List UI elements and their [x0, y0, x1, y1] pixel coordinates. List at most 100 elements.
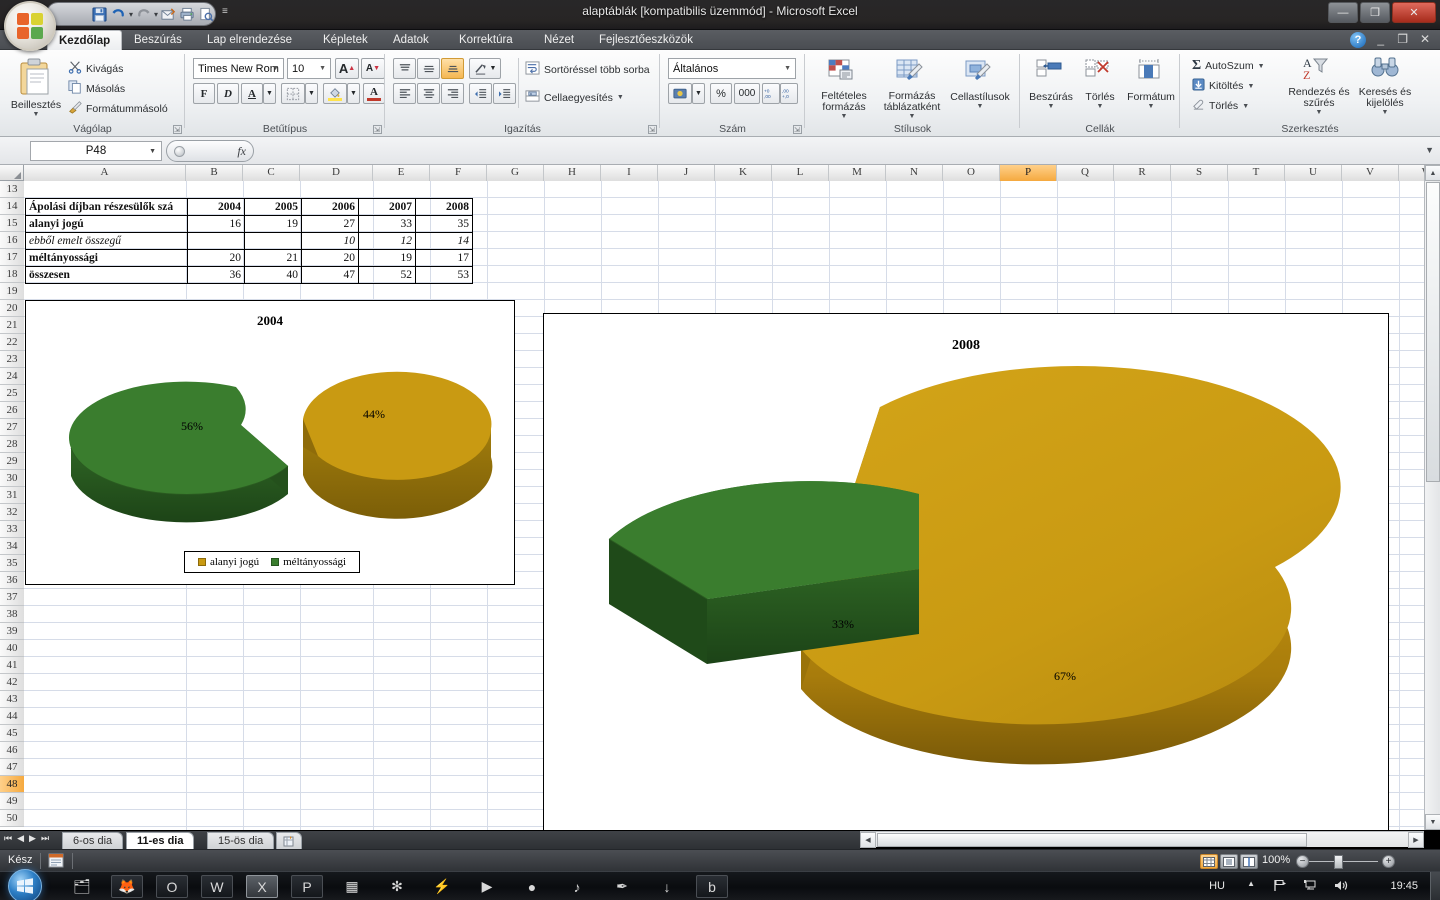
font-color-button[interactable]: A — [363, 83, 385, 104]
table-cell-1-0[interactable] — [187, 232, 245, 250]
bold-b-icon[interactable]: b — [696, 875, 728, 898]
close-button[interactable]: ✕ — [1392, 2, 1436, 23]
format-cells-button[interactable]: Formátum ▼ — [1124, 58, 1178, 110]
column-header-i[interactable]: I — [601, 165, 658, 181]
align-right-button[interactable] — [441, 83, 464, 104]
table-cell-2-0[interactable]: 20 — [187, 249, 245, 267]
email-icon[interactable] — [160, 5, 177, 23]
calculator-icon[interactable]: ▦ — [336, 875, 368, 898]
table-header-year-2008[interactable]: 2008 — [415, 198, 473, 216]
sort-filter-button[interactable]: AZ Rendezés és szűrés ▼ — [1288, 56, 1350, 116]
show-desktop-button[interactable] — [1430, 872, 1440, 900]
row-header-31[interactable]: 31 — [0, 487, 24, 504]
insert-function-button[interactable]: fx — [166, 140, 254, 162]
table-cell-0-2[interactable]: 27 — [301, 215, 359, 233]
format-dropdown-icon[interactable]: ▼ — [1148, 103, 1155, 110]
next-sheet-button[interactable]: ▶ — [29, 833, 36, 844]
fill-color-button[interactable] — [323, 83, 347, 104]
row-header-42[interactable]: 42 — [0, 674, 24, 691]
tab-kepletek[interactable]: Képletek — [312, 30, 379, 50]
paste-button[interactable]: Beillesztés ▼ — [8, 58, 64, 118]
align-center-button[interactable] — [417, 83, 440, 104]
clear-button[interactable]: Törlés ▼ — [1192, 98, 1249, 114]
normal-view-button[interactable] — [1200, 854, 1218, 869]
column-header-u[interactable]: U — [1285, 165, 1342, 181]
table-row-label-1[interactable]: ebből emelt összegű — [25, 232, 188, 250]
orientation-button[interactable]: ▼ — [469, 58, 501, 79]
underline-dropdown-icon[interactable]: ▼ — [263, 83, 276, 104]
table-header-year-2007[interactable]: 2007 — [358, 198, 416, 216]
italic-button[interactable]: D — [217, 83, 239, 104]
network-icon[interactable] — [1303, 879, 1318, 895]
column-header-c[interactable]: C — [243, 165, 300, 181]
column-header-h[interactable]: H — [544, 165, 601, 181]
minimize-button[interactable]: — — [1328, 2, 1358, 23]
row-header-21[interactable]: 21 — [0, 317, 24, 334]
clipboard-dialog-launcher[interactable]: ⇲ — [173, 125, 182, 134]
zoom-out-button[interactable]: − — [1296, 855, 1309, 868]
row-header-26[interactable]: 26 — [0, 402, 24, 419]
table-header-year-2004[interactable]: 2004 — [187, 198, 245, 216]
table-cell-2-3[interactable]: 19 — [358, 249, 416, 267]
scroll-left-button[interactable]: ◀ — [860, 832, 876, 848]
chart-2004-legend[interactable]: alanyi jogú méltányossági — [184, 551, 360, 573]
font-size-dropdown-icon[interactable]: ▼ — [319, 65, 326, 72]
table-row-label-3[interactable]: összesen — [25, 266, 188, 284]
row-header-18[interactable]: 18 — [0, 266, 24, 283]
table-header-label[interactable]: Ápolási díjban részesülők szá — [25, 198, 188, 216]
data-table[interactable]: Ápolási díjban részesülők szá 2004 2005 200… — [25, 198, 473, 284]
column-header-o[interactable]: O — [943, 165, 1000, 181]
language-indicator[interactable]: HU — [1209, 880, 1225, 892]
zoom-slider-thumb[interactable] — [1334, 855, 1343, 869]
minimize-ribbon-button[interactable]: _ — [1377, 32, 1384, 46]
row-header-23[interactable]: 23 — [0, 351, 24, 368]
save-icon[interactable] — [91, 5, 108, 23]
column-header-e[interactable]: E — [373, 165, 430, 181]
percent-format-button[interactable]: % — [710, 83, 732, 104]
cut-button[interactable]: Kivágás — [68, 60, 123, 77]
align-top-button[interactable] — [393, 58, 416, 79]
media-icon[interactable]: ▶ — [471, 875, 503, 898]
page-break-view-button[interactable] — [1240, 854, 1258, 869]
table-cell-1-1[interactable] — [244, 232, 302, 250]
help-icon[interactable]: ? — [1350, 32, 1366, 48]
scroll-right-button[interactable]: ▶ — [1408, 832, 1424, 848]
table-cell-0-1[interactable]: 19 — [244, 215, 302, 233]
row-header-25[interactable]: 25 — [0, 385, 24, 402]
column-header-t[interactable]: T — [1228, 165, 1285, 181]
table-cell-0-0[interactable]: 16 — [187, 215, 245, 233]
insert-cells-button[interactable]: Beszúrás ▼ — [1026, 58, 1076, 110]
increase-font-size-button[interactable]: A ▲ — [335, 58, 359, 79]
name-box-dropdown-icon[interactable]: ▼ — [149, 148, 156, 155]
column-header-b[interactable]: B — [186, 165, 243, 181]
last-sheet-button[interactable]: ⏭ — [41, 833, 49, 844]
table-cell-2-4[interactable]: 17 — [415, 249, 473, 267]
fill-dropdown-icon[interactable]: ▼ — [1247, 83, 1254, 90]
row-header-44[interactable]: 44 — [0, 708, 24, 725]
column-header-v[interactable]: V — [1342, 165, 1399, 181]
excel-icon[interactable]: X — [246, 875, 278, 898]
chart-2008-legend[interactable]: alanyi jogú méltányossági — [839, 826, 1109, 830]
table-cell-3-0[interactable]: 36 — [187, 266, 245, 284]
column-header-n[interactable]: N — [886, 165, 943, 181]
vertical-scroll-thumb[interactable] — [1426, 182, 1440, 482]
horizontal-scrollbar[interactable]: ◀ ▶ — [860, 831, 1424, 848]
decrease-indent-button[interactable] — [469, 83, 492, 104]
font-size-input[interactable]: 10 ▼ — [287, 58, 331, 79]
row-header-40[interactable]: 40 — [0, 640, 24, 657]
lightning-icon[interactable]: ⚡ — [426, 875, 458, 898]
delete-cells-button[interactable]: Törlés ▼ — [1078, 58, 1122, 110]
row-header-30[interactable]: 30 — [0, 470, 24, 487]
word-icon[interactable]: W — [201, 875, 233, 898]
new-sheet-button[interactable] — [276, 832, 302, 849]
scroll-up-button[interactable]: ▲ — [1425, 165, 1440, 181]
expand-formula-bar-icon[interactable]: ▼ — [1425, 145, 1434, 155]
tab-fejlesztoeszkozok[interactable]: Fejlesztőeszközök — [588, 30, 704, 50]
flag-icon[interactable] — [1273, 879, 1288, 895]
column-header-q[interactable]: Q — [1057, 165, 1114, 181]
row-header-46[interactable]: 46 — [0, 742, 24, 759]
fill-color-dropdown-icon[interactable]: ▼ — [347, 83, 360, 104]
paint-icon[interactable]: ✻ — [381, 875, 413, 898]
delete-dropdown-icon[interactable]: ▼ — [1097, 103, 1104, 110]
redo-icon[interactable] — [135, 5, 152, 23]
